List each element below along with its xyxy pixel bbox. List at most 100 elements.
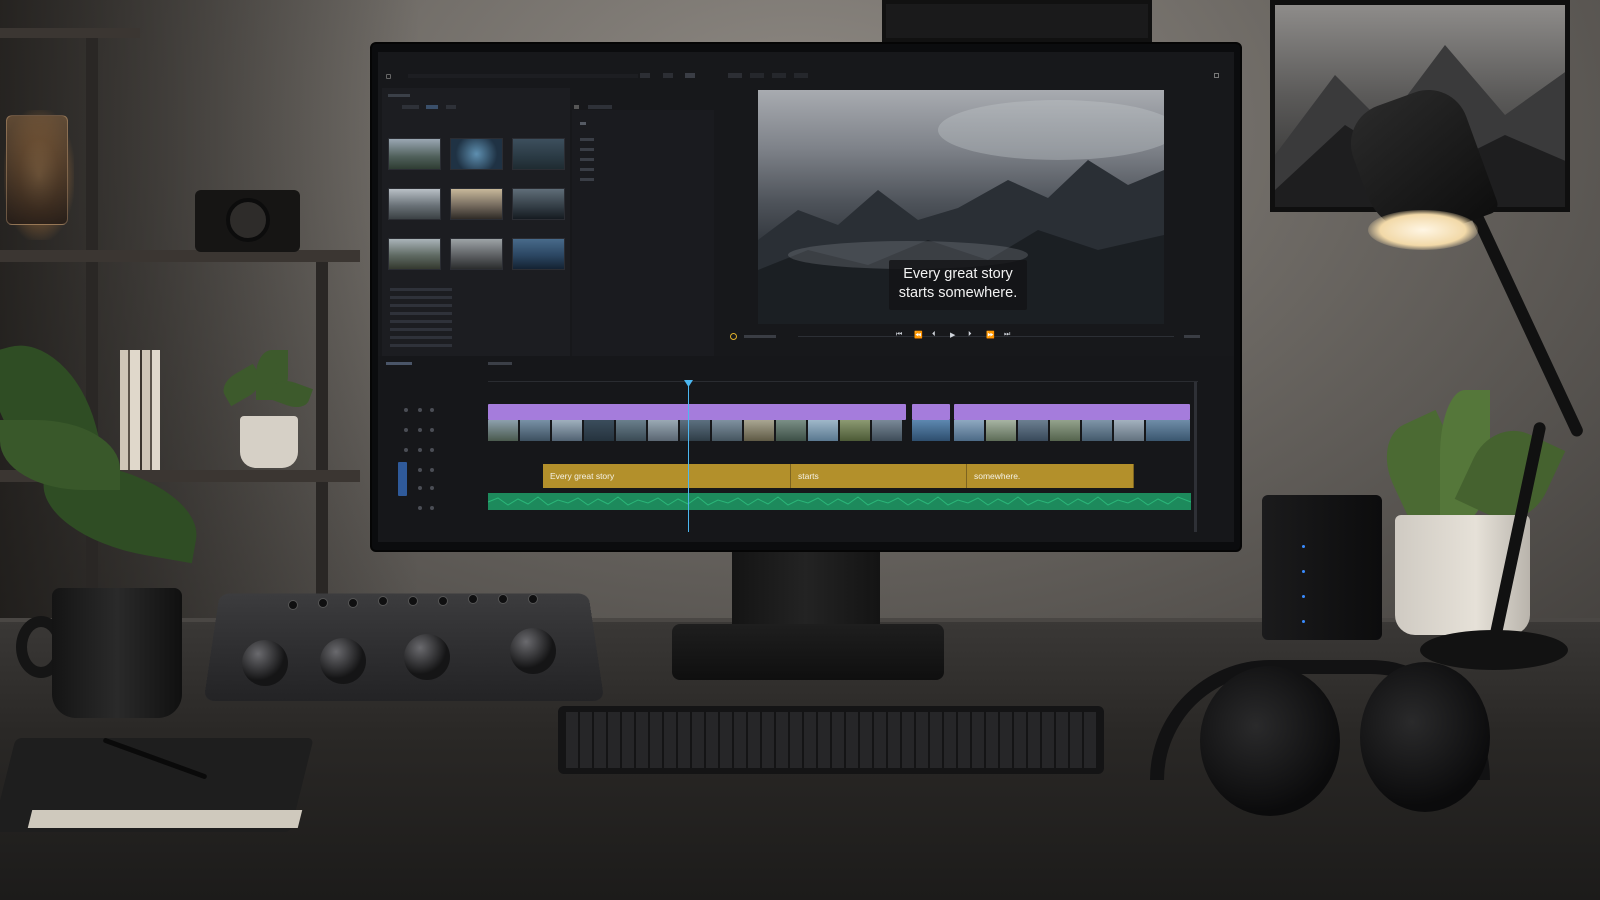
viewer-tab[interactable] [794,73,808,78]
sequence-tab[interactable] [488,362,512,365]
media-thumbnail[interactable] [450,188,503,220]
track-toggle[interactable] [430,408,434,412]
track-toggle[interactable] [430,448,434,452]
wall-frame [882,0,1152,42]
audio-clip[interactable] [488,493,1191,510]
track-toggle[interactable] [430,428,434,432]
top-tab-active[interactable] [685,73,695,78]
editor-top-bar [378,70,1234,82]
viewer-tab[interactable] [750,73,764,78]
frame-back-icon[interactable]: ⏴ [932,331,936,339]
media-thumbnail[interactable] [512,238,565,270]
clip-frame [584,420,614,441]
transport-controls: ⏮ ⏪ ⏴ ▶ ⏵ ⏩ ⏭ [728,330,1218,346]
caption-clip-1[interactable]: Every great story [543,464,791,488]
track-toggle[interactable] [418,486,422,490]
skip-forward-icon[interactable]: ⏭ [1004,331,1010,339]
top-tab[interactable] [640,73,650,78]
viewer-tab[interactable] [772,73,786,78]
panel-knob [348,598,358,608]
shelf-post [316,250,328,610]
track-toggle[interactable] [404,408,408,412]
file-list-row[interactable] [390,328,452,331]
clip-frame [872,420,902,441]
search-bar[interactable] [408,74,638,78]
file-list-row[interactable] [390,320,452,323]
media-thumbnail[interactable] [450,138,503,170]
skip-back-icon[interactable]: ⏮ [896,331,902,339]
timeline-panel [378,356,1234,542]
properties-panel [572,110,714,356]
property-row[interactable] [580,178,594,181]
media-tab[interactable] [402,105,419,109]
clip-frame [552,420,582,441]
trackball [320,638,366,684]
media-tab[interactable] [446,105,456,109]
clip-frame [680,420,710,441]
track-toggle[interactable] [430,506,434,510]
nas-led [1302,545,1305,548]
property-row[interactable] [580,158,594,161]
file-list-row[interactable] [390,296,452,299]
step-back-icon[interactable]: ⏪ [914,331,923,339]
track-toggle[interactable] [418,428,422,432]
track-toggle[interactable] [404,428,408,432]
panel-knob [528,594,538,604]
caption-clip-3[interactable]: somewhere. [967,464,1134,488]
desk-lamp-light [1368,210,1478,250]
property-row[interactable] [580,148,594,151]
track-toggle[interactable] [418,448,422,452]
media-thumbnail[interactable] [388,188,441,220]
media-thumbnail[interactable] [388,138,441,170]
timeline-tab-active[interactable] [386,362,412,365]
top-tab[interactable] [663,73,673,78]
video-clip-header[interactable] [912,404,950,420]
candle-lamp [6,115,68,225]
step-forward-icon[interactable]: ⏩ [986,331,995,339]
window-icon[interactable] [1214,73,1219,78]
media-thumbnail[interactable] [512,188,565,220]
clip-frame [840,420,870,441]
panel-knob [378,596,388,606]
media-panel-title [388,94,410,97]
caption-clip-2[interactable]: starts [791,464,967,488]
file-list-row[interactable] [390,336,452,339]
headphone-ear-cup [1360,662,1490,812]
panel-knob [468,594,478,604]
track-toggle[interactable] [418,408,422,412]
timeline-ruler[interactable] [488,370,1198,382]
media-thumbnail[interactable] [512,138,565,170]
track-toggle[interactable] [404,448,408,452]
frame-forward-icon[interactable]: ⏵ [968,331,972,339]
media-thumbnail[interactable] [450,238,503,270]
track-target-selected[interactable] [398,462,407,496]
monitor-stand-base [672,624,944,680]
file-list-row[interactable] [390,312,452,315]
media-thumbnail[interactable] [388,238,441,270]
clip-frame [1082,420,1112,441]
track-toggle[interactable] [418,468,422,472]
nas-led [1302,570,1305,573]
track-toggle[interactable] [430,468,434,472]
video-clip-header[interactable] [488,404,906,420]
media-browser-panel [382,88,570,358]
audio-waveform [488,496,1191,506]
media-tab-active[interactable] [426,105,438,109]
file-list-row[interactable] [390,288,452,291]
property-row[interactable] [580,138,594,141]
playhead[interactable] [688,382,689,532]
download-button[interactable] [588,105,612,109]
video-editor-screen: Every great story starts somewhere. ⏮ ⏪ … [378,52,1234,542]
property-row[interactable] [580,168,594,171]
track-toggle[interactable] [430,486,434,490]
play-icon[interactable]: ▶ [950,331,955,339]
video-clip-header[interactable] [954,404,1190,420]
file-list-row[interactable] [390,344,452,347]
property-header [580,122,586,125]
monitor-stand-neck [732,552,880,628]
timeline-scrollbar[interactable] [1194,382,1197,532]
viewer-tab[interactable] [728,73,742,78]
import-icon[interactable] [574,105,579,109]
file-list-row[interactable] [390,304,452,307]
track-toggle[interactable] [418,506,422,510]
